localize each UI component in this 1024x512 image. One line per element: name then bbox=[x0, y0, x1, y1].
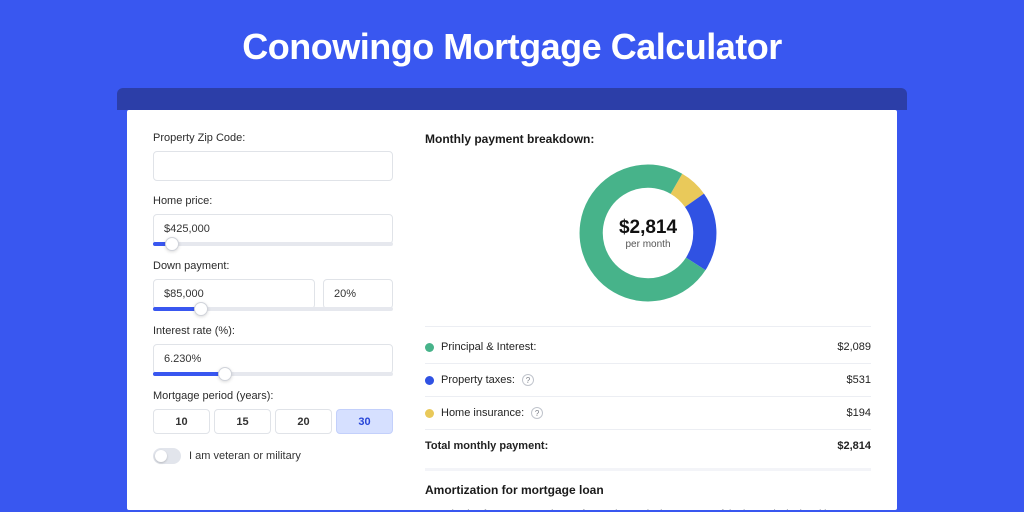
down-payment-input[interactable] bbox=[153, 279, 315, 309]
donut-sub-label: per month bbox=[625, 239, 670, 250]
interest-field-group: Interest rate (%): bbox=[153, 325, 393, 376]
breakdown-title: Monthly payment breakdown: bbox=[425, 132, 871, 146]
form-panel: Property Zip Code: Home price: Down paym… bbox=[153, 132, 393, 510]
slider-thumb[interactable] bbox=[165, 237, 179, 251]
donut-amount: $2,814 bbox=[619, 217, 677, 239]
legend-dot bbox=[425, 343, 434, 352]
total-value: $2,814 bbox=[837, 440, 871, 452]
breakdown-panel: Monthly payment breakdown: $2,814 per mo… bbox=[425, 132, 871, 510]
breakdown-row: Home insurance:? $194 bbox=[425, 396, 871, 429]
period-label: Mortgage period (years): bbox=[153, 390, 393, 402]
breakdown-item-label: Principal & Interest: bbox=[441, 341, 536, 353]
amortization-section: Amortization for mortgage loan Amortizat… bbox=[425, 468, 871, 510]
period-field-group: Mortgage period (years): 10152030 bbox=[153, 390, 393, 434]
zip-input[interactable] bbox=[153, 151, 393, 181]
interest-input[interactable] bbox=[153, 344, 393, 374]
amortization-title: Amortization for mortgage loan bbox=[425, 483, 871, 497]
breakdown-item-label: Property taxes: bbox=[441, 374, 515, 386]
period-button-15[interactable]: 15 bbox=[214, 409, 271, 434]
legend-dot bbox=[425, 376, 434, 385]
page-title: Conowingo Mortgage Calculator bbox=[0, 0, 1024, 88]
header-banner bbox=[117, 88, 907, 110]
info-icon[interactable]: ? bbox=[531, 407, 543, 419]
veteran-toggle-label: I am veteran or military bbox=[189, 450, 301, 462]
period-button-10[interactable]: 10 bbox=[153, 409, 210, 434]
veteran-toggle[interactable] bbox=[153, 448, 181, 464]
slider-thumb[interactable] bbox=[194, 302, 208, 316]
down-payment-slider[interactable] bbox=[153, 307, 393, 311]
period-button-20[interactable]: 20 bbox=[275, 409, 332, 434]
info-icon[interactable]: ? bbox=[522, 374, 534, 386]
slider-fill bbox=[153, 372, 225, 376]
down-payment-label: Down payment: bbox=[153, 260, 393, 272]
home-price-label: Home price: bbox=[153, 195, 393, 207]
veteran-toggle-row: I am veteran or military bbox=[153, 448, 393, 464]
total-row: Total monthly payment: $2,814 bbox=[425, 429, 871, 462]
total-label: Total monthly payment: bbox=[425, 440, 548, 452]
breakdown-item-value: $194 bbox=[847, 407, 871, 419]
home-price-field-group: Home price: bbox=[153, 195, 393, 246]
amortization-text: Amortization for a mortgage loan refers … bbox=[425, 507, 871, 510]
interest-label: Interest rate (%): bbox=[153, 325, 393, 337]
home-price-slider[interactable] bbox=[153, 242, 393, 246]
interest-slider[interactable] bbox=[153, 372, 393, 376]
slider-thumb[interactable] bbox=[218, 367, 232, 381]
divider bbox=[425, 326, 871, 327]
breakdown-row: Property taxes:? $531 bbox=[425, 363, 871, 396]
breakdown-item-value: $2,089 bbox=[837, 341, 871, 353]
breakdown-row: Principal & Interest: $2,089 bbox=[425, 331, 871, 363]
legend-dot bbox=[425, 409, 434, 418]
calculator-card: Property Zip Code: Home price: Down paym… bbox=[127, 110, 897, 510]
zip-field-group: Property Zip Code: bbox=[153, 132, 393, 181]
breakdown-item-value: $531 bbox=[847, 374, 871, 386]
period-button-30[interactable]: 30 bbox=[336, 409, 393, 434]
down-payment-field-group: Down payment: bbox=[153, 260, 393, 311]
breakdown-item-label: Home insurance: bbox=[441, 407, 524, 419]
down-payment-pct-input[interactable] bbox=[323, 279, 393, 309]
zip-label: Property Zip Code: bbox=[153, 132, 393, 144]
payment-donut-chart: $2,814 per month bbox=[573, 158, 723, 308]
period-buttons: 10152030 bbox=[153, 409, 393, 434]
home-price-input[interactable] bbox=[153, 214, 393, 244]
